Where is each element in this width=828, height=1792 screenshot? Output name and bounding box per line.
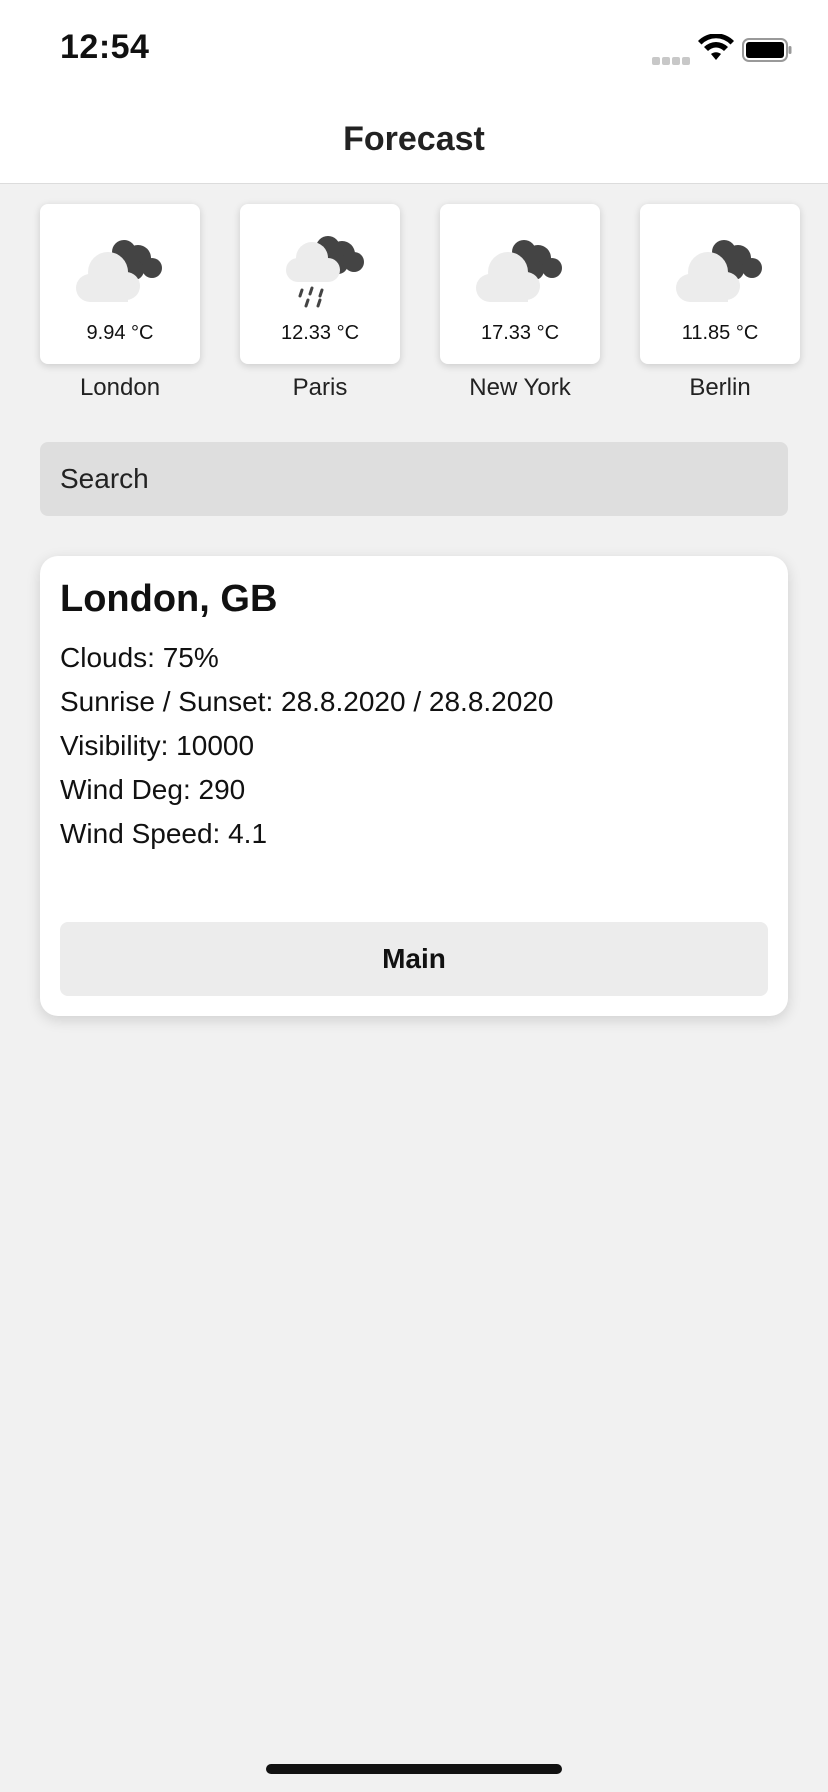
city-name[interactable]: Paris [240,374,400,402]
city-tile-london[interactable]: 9.94 °C [40,204,200,364]
city-tile-paris[interactable]: 12.33 °C [240,204,400,364]
cloudy-icon [476,240,562,302]
page-title: Forecast [343,120,485,158]
clouds-label: Clouds: 75% [60,642,219,673]
wind-deg-label: Wind Deg: 290 [60,774,246,805]
city-name[interactable]: New York [440,374,600,402]
cloudy-icon [76,240,162,302]
home-indicator[interactable] [266,1764,562,1774]
weather-detail-card: London, GB Clouds: 75% Sunrise / Sunset:… [40,556,788,1016]
city-tile-berlin[interactable]: 11.85 °C [640,204,800,364]
status-bar: 12:54 [0,0,828,96]
city-tile-new-york[interactable]: 17.33 °C [440,204,600,364]
wifi-icon [698,34,734,60]
visibility-label: Visibility: 10000 [60,730,255,761]
temperature-label: 9.94 °C [86,322,154,344]
temperature-label: 17.33 °C [480,322,560,344]
rain-icon [286,236,364,308]
location-title: London, GB [60,578,278,620]
wind-speed-label: Wind Speed: 4.1 [60,818,268,849]
temperature-label: 12.33 °C [280,322,360,344]
sunrise-sunset-label: Sunrise / Sunset: 28.8.2020 / 28.8.2020 [60,686,554,717]
nav-bar: Forecast [0,96,828,184]
battery-icon [742,38,792,62]
status-time: 12:54 [60,28,150,66]
main-button[interactable]: Main [60,922,768,996]
search-input[interactable] [40,442,788,516]
cloudy-icon [676,240,762,302]
cellular-signal-icon [652,52,692,65]
city-name[interactable]: Berlin [640,374,800,402]
city-name[interactable]: London [40,374,200,402]
screen: 12:54 Forecast 9.94 °C London 12.33 °C P… [0,0,828,1792]
temperature-label: 11.85 °C [681,322,759,344]
